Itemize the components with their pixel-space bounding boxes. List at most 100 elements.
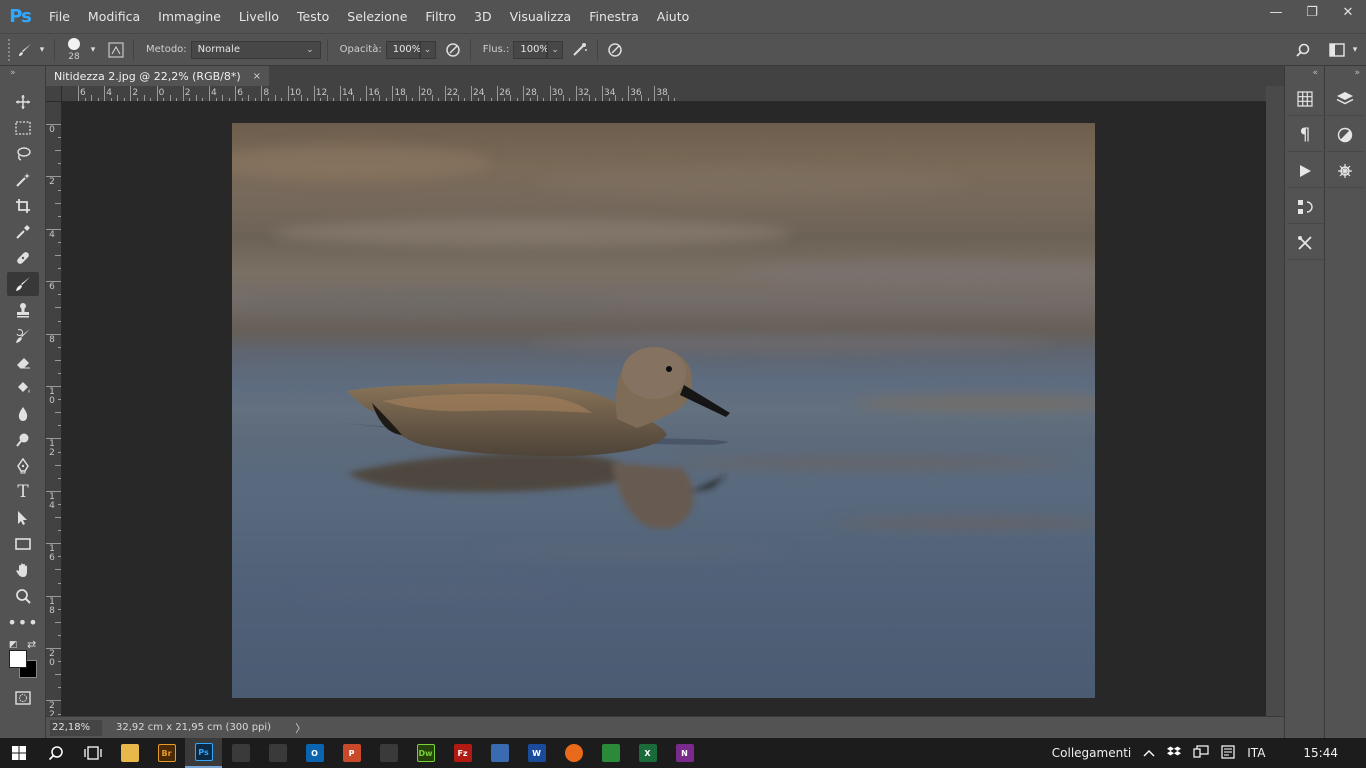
clock[interactable]: 15:44 <box>1297 746 1344 760</box>
taskbar-onenote-icon[interactable]: N <box>666 738 703 768</box>
collapse-panel-icon[interactable]: « <box>1285 66 1324 80</box>
taskbar-filezilla-icon[interactable]: Fz <box>444 738 481 768</box>
taskbar-photoshop-icon[interactable]: Ps <box>185 738 222 768</box>
taskbar-tool-icon[interactable] <box>481 738 518 768</box>
menu-finestra[interactable]: Finestra <box>580 0 648 33</box>
expand-panel-icon[interactable]: » <box>0 66 45 80</box>
clone-stamp-tool-icon[interactable] <box>7 298 39 322</box>
magic-wand-tool-icon[interactable] <box>7 168 39 192</box>
chevron-up-icon[interactable] <box>1137 746 1161 760</box>
menu-visualizza[interactable]: Visualizza <box>501 0 581 33</box>
document-image[interactable] <box>232 123 1095 698</box>
taskbar-paint-icon[interactable] <box>259 738 296 768</box>
tools-preset-icon[interactable] <box>1287 226 1323 260</box>
layers-icon[interactable] <box>1327 82 1363 116</box>
menu-livello[interactable]: Livello <box>230 0 288 33</box>
rectangle-tool-icon[interactable] <box>7 532 39 556</box>
taskbar-firefox-icon[interactable] <box>555 738 592 768</box>
menu-testo[interactable]: Testo <box>288 0 338 33</box>
zoom-level-input[interactable]: 22,18% <box>50 719 102 736</box>
pressure-opacity-icon[interactable] <box>442 39 464 61</box>
taskbar-word-icon[interactable]: W <box>518 738 555 768</box>
swatches-grid-icon[interactable] <box>1287 82 1323 116</box>
collapse-panel-icon[interactable]: » <box>1325 66 1366 80</box>
taskbar-dreamweaver-icon[interactable]: Dw <box>407 738 444 768</box>
chevron-down-icon[interactable]: ▾ <box>87 39 99 61</box>
brush-size-picker[interactable]: 28 <box>61 35 87 65</box>
menu-modifica[interactable]: Modifica <box>79 0 149 33</box>
taskbar-palette-icon[interactable] <box>370 738 407 768</box>
close-window-button[interactable]: ✕ <box>1330 0 1366 24</box>
crop-tool-icon[interactable] <box>7 194 39 218</box>
pressure-size-icon[interactable] <box>604 39 626 61</box>
hand-tool-icon[interactable] <box>7 558 39 582</box>
minimize-button[interactable]: — <box>1258 0 1294 24</box>
vertical-scrollbar[interactable] <box>1266 86 1284 716</box>
menu-3d[interactable]: 3D <box>465 0 501 33</box>
close-tab-icon[interactable]: × <box>253 71 261 82</box>
dropbox-icon[interactable] <box>1161 746 1187 761</box>
paint-bucket-tool-icon[interactable] <box>7 376 39 400</box>
ruler-origin[interactable] <box>46 86 62 102</box>
brush-panel-icon[interactable] <box>105 39 127 61</box>
taskbar-powerpoint-icon[interactable]: P <box>333 738 370 768</box>
canvas-area[interactable] <box>62 102 1266 716</box>
marquee-tool-icon[interactable] <box>7 116 39 140</box>
lasso-tool-icon[interactable] <box>7 142 39 166</box>
search-icon[interactable] <box>1292 39 1314 61</box>
tray-links-label[interactable]: Collegamenti <box>1046 746 1137 760</box>
opacity-input[interactable]: 100% <box>385 40 421 59</box>
search-icon[interactable] <box>37 738 74 768</box>
taskbar-explorer-icon[interactable] <box>111 738 148 768</box>
task-view-icon[interactable] <box>74 738 111 768</box>
windows-start-icon[interactable] <box>0 738 37 768</box>
vertical-ruler[interactable]: 0 2 4 6 8 10 12 14 16 18 20 22 <box>46 102 62 716</box>
dodge-tool-icon[interactable] <box>7 428 39 452</box>
workspace-icon[interactable] <box>1326 39 1348 61</box>
flow-input[interactable]: 100% <box>513 40 549 59</box>
more-tools-icon[interactable]: ••• <box>7 610 39 634</box>
taskbar-excel-icon[interactable]: X <box>629 738 666 768</box>
document-tab[interactable]: Nitidezza 2.jpg @ 22,2% (RGB/8*) × <box>46 66 270 86</box>
language-indicator[interactable]: ITA <box>1241 746 1271 760</box>
taskbar-camera-icon[interactable] <box>222 738 259 768</box>
move-tool-icon[interactable] <box>7 90 39 114</box>
swap-colors-icon[interactable]: ⇄ <box>27 638 36 651</box>
maximize-button[interactable]: ❐ <box>1294 0 1330 24</box>
opacity-dropdown[interactable]: ⌄ <box>419 40 436 59</box>
foreground-color-swatch[interactable] <box>9 650 27 668</box>
taskbar-green-app-icon[interactable] <box>592 738 629 768</box>
libraries-icon[interactable] <box>1327 154 1363 188</box>
menu-filtro[interactable]: Filtro <box>416 0 465 33</box>
blur-tool-icon[interactable] <box>7 402 39 426</box>
menu-file[interactable]: File <box>40 0 79 33</box>
eraser-tool-icon[interactable] <box>7 350 39 374</box>
network-icon[interactable] <box>1187 744 1215 762</box>
adjustments-icon[interactable] <box>1327 118 1363 152</box>
chevron-down-icon[interactable]: ▾ <box>36 39 48 61</box>
status-menu-arrow[interactable]: 〉 <box>295 720 306 736</box>
pen-tool-icon[interactable] <box>7 454 39 478</box>
paragraph-icon[interactable]: ¶ <box>1287 118 1323 152</box>
zoom-tool-icon[interactable] <box>7 584 39 608</box>
type-tool-icon[interactable]: T <box>7 480 39 504</box>
quick-mask-icon[interactable] <box>7 686 39 710</box>
airbrush-icon[interactable] <box>569 39 591 61</box>
brush-preset-icon[interactable] <box>14 39 36 61</box>
healing-brush-tool-icon[interactable] <box>7 246 39 270</box>
path-selection-tool-icon[interactable] <box>7 506 39 530</box>
menu-immagine[interactable]: Immagine <box>149 0 230 33</box>
flow-dropdown[interactable]: ⌄ <box>547 40 564 59</box>
default-colors-icon[interactable]: ◩ <box>9 640 18 650</box>
horizontal-ruler[interactable]: 6 4 2 0 2 4 6 8 10 12 14 16 18 20 22 24 26 28 30 32 34 36 38 <box>62 86 1266 102</box>
ime-icon[interactable] <box>1215 744 1241 762</box>
menu-selezione[interactable]: Selezione <box>338 0 416 33</box>
eyedropper-tool-icon[interactable] <box>7 220 39 244</box>
chevron-down-icon[interactable]: ▾ <box>1348 39 1362 61</box>
history-icon[interactable] <box>1287 190 1323 224</box>
brush-tool-icon[interactable] <box>7 272 39 296</box>
taskbar-bridge-icon[interactable]: Br <box>148 738 185 768</box>
taskbar-outlook-icon[interactable]: O <box>296 738 333 768</box>
actions-play-icon[interactable] <box>1287 154 1323 188</box>
history-brush-tool-icon[interactable] <box>7 324 39 348</box>
